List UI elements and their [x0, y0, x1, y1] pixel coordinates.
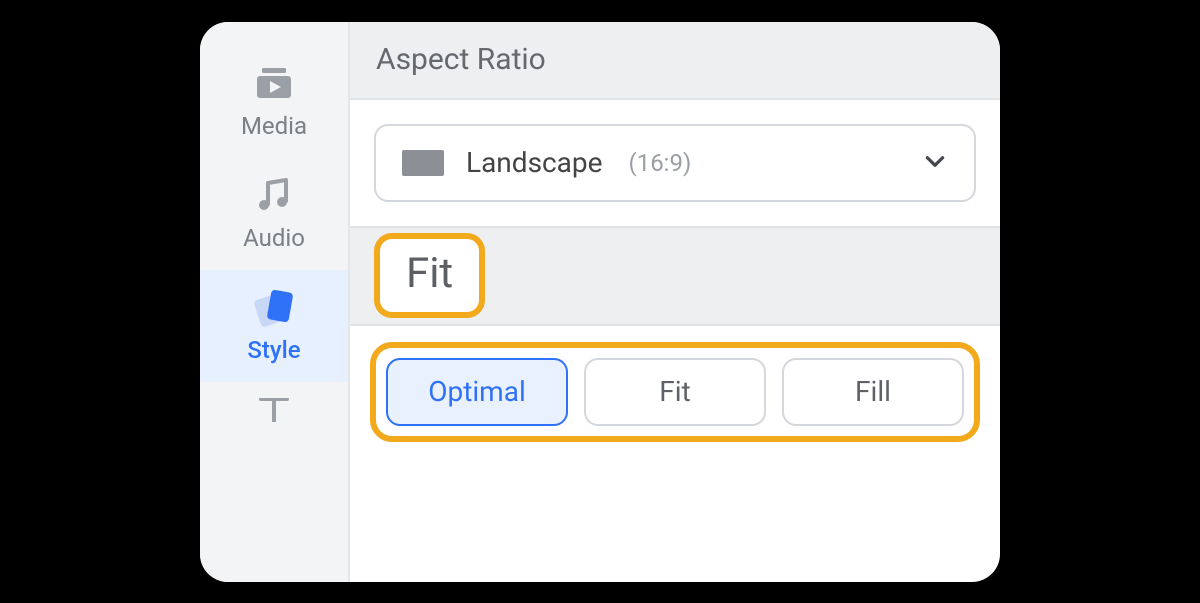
- main-content: Aspect Ratio Landscape (16:9) Fit Optima…: [350, 22, 1000, 582]
- fit-option-label: Fill: [855, 375, 891, 408]
- text-icon: [250, 398, 298, 422]
- style-icon: [250, 286, 298, 328]
- section-title: Fit: [406, 249, 453, 298]
- music-icon: [250, 174, 298, 216]
- fit-title-highlight: Fit: [374, 233, 485, 318]
- sidebar-item-label: Audio: [243, 224, 305, 252]
- fit-option-fit[interactable]: Fit: [584, 358, 766, 426]
- fit-header: Fit: [350, 226, 1000, 326]
- sidebar-item-text[interactable]: [200, 382, 348, 422]
- aspect-ratio-selected-sub: (16:9): [628, 149, 691, 177]
- media-icon: [250, 62, 298, 104]
- aspect-ratio-header: Aspect Ratio: [350, 22, 1000, 100]
- aspect-ratio-selected-label: Landscape: [466, 146, 602, 179]
- sidebar-item-label: Style: [247, 336, 300, 364]
- aspect-ratio-body: Landscape (16:9): [350, 100, 1000, 226]
- chevron-down-icon: [922, 148, 948, 178]
- sidebar-item-style[interactable]: Style: [200, 270, 348, 382]
- fit-option-optimal[interactable]: Optimal: [386, 358, 568, 426]
- landscape-thumb-icon: [402, 150, 444, 176]
- settings-panel: Media Audio Style: [200, 22, 1000, 582]
- fit-option-fill[interactable]: Fill: [782, 358, 964, 426]
- fit-body: Optimal Fit Fill: [350, 326, 1000, 442]
- sidebar: Media Audio Style: [200, 22, 350, 582]
- fit-option-label: Optimal: [428, 375, 526, 408]
- sidebar-item-audio[interactable]: Audio: [200, 158, 348, 270]
- sidebar-item-media[interactable]: Media: [200, 46, 348, 158]
- section-title: Aspect Ratio: [376, 42, 546, 77]
- fit-options-highlight: Optimal Fit Fill: [370, 342, 980, 442]
- aspect-ratio-dropdown[interactable]: Landscape (16:9): [374, 124, 976, 202]
- sidebar-item-label: Media: [241, 112, 307, 140]
- fit-option-label: Fit: [659, 375, 690, 408]
